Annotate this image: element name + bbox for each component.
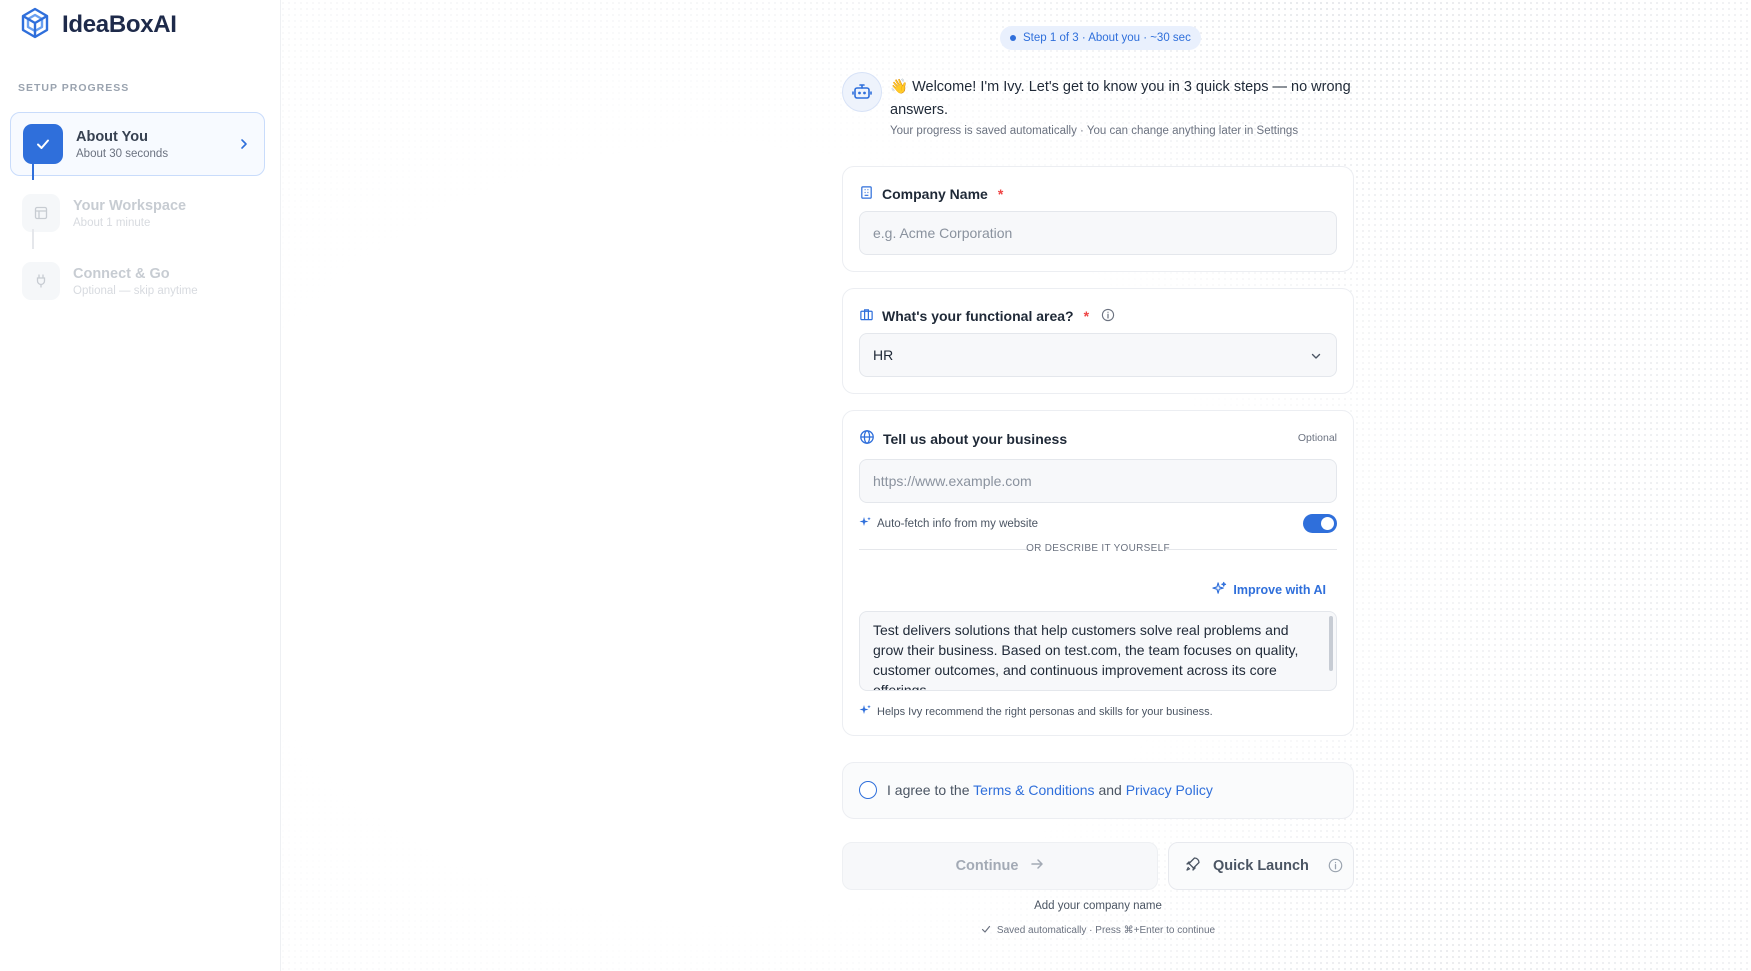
step-indicator-text: Step 1 of 3 · About you · ~30 sec — [1023, 32, 1191, 44]
plug-icon — [22, 262, 60, 300]
globe-icon — [859, 429, 875, 448]
company-name-input[interactable] — [859, 211, 1337, 255]
improve-with-ai-button[interactable]: Improve with AI — [1212, 581, 1326, 599]
continue-button[interactable]: Continue — [842, 842, 1158, 890]
continue-label: Continue — [955, 858, 1019, 874]
chevron-right-icon — [238, 137, 250, 155]
functional-area-label: What's your functional area? * — [859, 307, 1115, 325]
chevron-down-icon — [1310, 349, 1322, 365]
step-title: Connect & Go — [73, 265, 170, 282]
step-subtitle: Optional — skip anytime — [73, 284, 198, 297]
welcome-text: 👋 Welcome! I'm Ivy. Let's get to know yo… — [890, 76, 1360, 122]
business-label-text: Tell us about your business — [883, 430, 1068, 447]
step-title: About You — [76, 128, 148, 145]
business-description-textarea[interactable]: Test delivers solutions that help custom… — [859, 611, 1337, 691]
sidebar-step-about-you[interactable]: About You About 30 seconds — [10, 112, 265, 176]
required-marker: * — [997, 186, 1004, 202]
sidebar-step-your-workspace[interactable]: Your Workspace About 1 minute — [10, 181, 265, 245]
company-name-label: Company Name * — [859, 185, 1003, 203]
functional-area-select[interactable]: HR — [859, 333, 1337, 377]
arrow-right-icon — [1030, 857, 1044, 875]
brand[interactable]: IdeaBoxAI — [18, 6, 177, 45]
website-url-input[interactable] — [859, 459, 1337, 503]
functional-area-selected: HR — [873, 347, 894, 363]
business-helper-text: Helps Ivy recommend the right personas a… — [859, 704, 1213, 719]
sparkle-icon — [859, 704, 871, 719]
rocket-icon — [1185, 856, 1201, 876]
autofetch-label: Auto-fetch info from my website — [859, 516, 1038, 531]
agreement-row: I agree to the Terms & Conditions and Pr… — [859, 781, 1213, 799]
wave-emoji: 👋 — [890, 79, 909, 95]
brand-name: IdeaBoxAI — [62, 11, 177, 38]
or-divider: OR DESCRIBE IT YOURSELF — [859, 543, 1337, 554]
functional-area-label-text: What's your functional area? — [882, 308, 1074, 324]
optional-badge: Optional — [1297, 432, 1337, 444]
step-connector — [32, 229, 34, 249]
check-icon — [981, 924, 991, 937]
functional-area-card: What's your functional area? * HR — [842, 288, 1354, 394]
sidebar-heading: SETUP PROGRESS — [18, 82, 130, 94]
terms-link[interactable]: Terms & Conditions — [973, 782, 1094, 798]
quick-launch-button[interactable]: Quick Launch — [1168, 842, 1354, 890]
required-marker: * — [1083, 308, 1090, 324]
step-subtitle: About 1 minute — [73, 216, 151, 229]
welcome-subtext: Your progress is saved automatically · Y… — [890, 125, 1299, 137]
agree-radio[interactable] — [859, 781, 877, 799]
quick-launch-label: Quick Launch — [1213, 858, 1309, 874]
step-subtitle: About 30 seconds — [76, 147, 169, 160]
welcome-message-text: Welcome! I'm Ivy. Let's get to know you … — [890, 79, 1351, 118]
agreement-prefix: I agree to the — [887, 782, 970, 798]
layout-icon — [22, 194, 60, 232]
status-dot — [1010, 35, 1016, 41]
company-name-label-text: Company Name — [882, 186, 988, 202]
saved-note: Saved automatically · Press ⌘+Enter to c… — [842, 924, 1354, 937]
robot-icon — [842, 72, 882, 112]
step-connector — [32, 160, 34, 180]
privacy-link[interactable]: Privacy Policy — [1126, 782, 1213, 798]
cube-logo-icon — [18, 6, 52, 45]
step-indicator-pill: Step 1 of 3 · About you · ~30 sec — [1000, 26, 1201, 50]
check-icon — [23, 124, 63, 164]
business-label: Tell us about your business — [859, 429, 1067, 448]
textarea-scrollbar[interactable] — [1329, 616, 1333, 671]
building-icon — [859, 185, 874, 203]
sidebar: IdeaBoxAI SETUP PROGRESS About You About… — [0, 0, 281, 971]
info-icon[interactable] — [1328, 858, 1343, 877]
autofetch-toggle[interactable] — [1303, 514, 1337, 533]
business-card: Tell us about your business Optional Aut… — [842, 410, 1354, 736]
briefcase-icon — [859, 307, 874, 325]
sidebar-step-connect-go[interactable]: Connect & Go Optional — skip anytime — [10, 249, 265, 313]
agreement-card: I agree to the Terms & Conditions and Pr… — [842, 762, 1354, 819]
divider-line-right — [1167, 549, 1337, 550]
sparkle-icon — [859, 516, 871, 531]
sparkle-icon — [1212, 581, 1227, 599]
step-title: Your Workspace — [73, 197, 187, 214]
helper-text: Helps Ivy recommend the right personas a… — [877, 705, 1213, 718]
saved-note-text: Saved automatically · Press ⌘+Enter to c… — [996, 925, 1216, 936]
improve-with-ai-label: Improve with AI — [1233, 583, 1326, 597]
agreement-text: I agree to the Terms & Conditions and Pr… — [887, 782, 1213, 798]
toggle-knob — [1321, 517, 1334, 530]
info-icon[interactable] — [1101, 308, 1115, 325]
autofetch-label-text: Auto-fetch info from my website — [877, 517, 1039, 530]
agreement-conjunction: and — [1098, 782, 1122, 798]
continue-hint: Add your company name — [1034, 900, 1162, 912]
company-name-card: Company Name * — [842, 166, 1354, 272]
business-description-text: Test delivers solutions that help custom… — [873, 622, 1299, 691]
